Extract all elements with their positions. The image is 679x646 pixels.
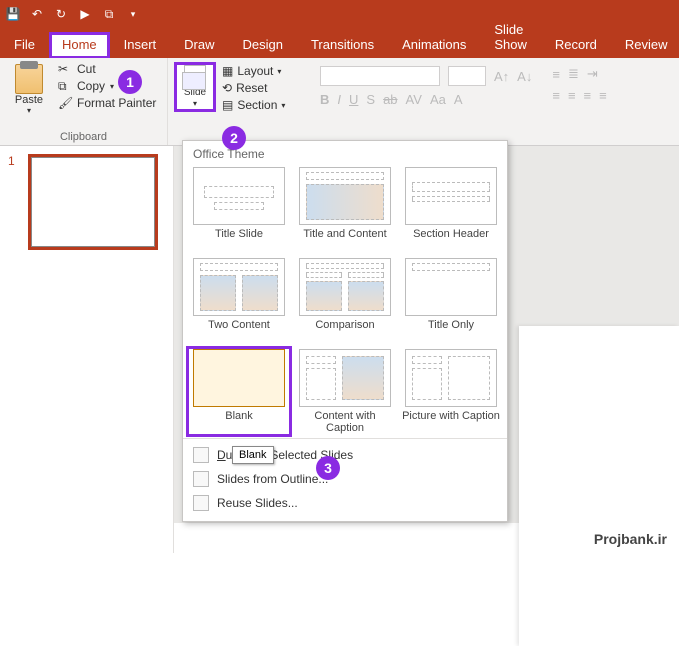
tab-review[interactable]: Review [611, 31, 679, 58]
font-group: A↑ A↓ B I U S ab AV Aa A [310, 58, 542, 145]
layout-section-header[interactable]: Section Header [401, 167, 501, 252]
undo-icon[interactable]: ↶ [30, 7, 44, 21]
bold-button[interactable]: B [320, 92, 329, 107]
new-slide-icon [184, 65, 206, 74]
chevron-down-icon: ▾ [27, 106, 31, 115]
slide-panel: 1 [0, 146, 174, 553]
justify-icon[interactable]: ≡ [599, 88, 607, 103]
tab-animations[interactable]: Animations [388, 31, 480, 58]
new-slide-button[interactable]: New Slide▾ [174, 62, 216, 112]
align-left-icon[interactable]: ≡ [552, 88, 560, 103]
tab-file[interactable]: File [0, 31, 49, 58]
section-button[interactable]: ▤Section▾ [222, 98, 285, 112]
save-icon[interactable]: 💾 [6, 7, 20, 21]
tab-draw[interactable]: Draw [170, 31, 228, 58]
reset-icon: ⟲ [222, 81, 232, 95]
paragraph-group: ≡ ≣ ⇥ ≡ ≡ ≡ ≡ [542, 58, 616, 145]
font-color-button[interactable]: A [454, 92, 463, 107]
current-slide[interactable] [519, 326, 679, 646]
indent-icon[interactable]: ⇥ [587, 66, 598, 82]
tab-transitions[interactable]: Transitions [297, 31, 388, 58]
slides-from-outline-item[interactable]: Slides from Outline... [183, 467, 507, 491]
spacing-button[interactable]: AV [406, 92, 422, 107]
callout-badge-1: 1 [118, 70, 142, 94]
layout-title-content[interactable]: Title and Content [295, 167, 395, 252]
tab-record[interactable]: Record [541, 31, 611, 58]
layout-two-content[interactable]: Two Content [189, 258, 289, 343]
paste-icon [15, 64, 43, 94]
layout-icon: ▦ [222, 64, 233, 78]
numbering-icon[interactable]: ≣ [568, 66, 579, 82]
align-right-icon[interactable]: ≡ [584, 88, 592, 103]
layout-picture-caption[interactable]: Picture with Caption [401, 349, 501, 434]
shadow-button[interactable]: S [366, 92, 375, 107]
layout-title-slide[interactable]: Title Slide [189, 167, 289, 252]
strike-button[interactable]: ab [383, 92, 397, 107]
font-family-select[interactable] [320, 66, 440, 86]
cut-button[interactable]: ✂Cut [58, 62, 156, 76]
layout-content-caption[interactable]: Content with Caption [295, 349, 395, 434]
font-size-select[interactable] [448, 66, 486, 86]
quick-access-toolbar: 💾 ↶ ↻ ▶ ⧉ ▾ [0, 0, 679, 28]
tab-home[interactable]: Home [49, 32, 110, 59]
window-icon[interactable]: ⧉ [102, 7, 116, 21]
clipboard-group-label: Clipboard [6, 131, 161, 143]
scissors-icon: ✂ [58, 62, 72, 76]
layout-comparison[interactable]: Comparison [295, 258, 395, 343]
underline-button[interactable]: U [349, 92, 358, 107]
format-painter-button[interactable]: 🖌Format Painter [58, 96, 156, 110]
brush-icon: 🖌 [58, 96, 72, 110]
callout-badge-2: 2 [222, 126, 246, 150]
paste-label: Paste [15, 94, 43, 106]
section-icon: ▤ [222, 98, 233, 112]
case-button[interactable]: Aa [430, 92, 446, 107]
new-slide-dropdown: Office Theme Title Slide Title and Conte… [182, 140, 508, 522]
italic-button[interactable]: I [337, 92, 341, 107]
callout-badge-3: 3 [316, 456, 340, 480]
clipboard-group: Paste ▾ ✂Cut ⧉Copy▾ 🖌Format Painter Clip… [0, 58, 168, 145]
tooltip: Blank [232, 446, 274, 464]
copy-icon: ⧉ [58, 79, 72, 93]
reuse-icon [193, 495, 209, 511]
tab-design[interactable]: Design [229, 31, 297, 58]
tab-insert[interactable]: Insert [110, 31, 171, 58]
duplicate-icon [193, 447, 209, 463]
grow-font-icon[interactable]: A↑ [494, 69, 509, 84]
redo-icon[interactable]: ↻ [54, 7, 68, 21]
tab-slideshow[interactable]: Slide Show [480, 16, 541, 58]
align-center-icon[interactable]: ≡ [568, 88, 576, 103]
slide-number: 1 [8, 154, 15, 168]
layout-title-only[interactable]: Title Only [401, 258, 501, 343]
layout-gallery: Title Slide Title and Content Section He… [183, 163, 507, 434]
watermark: Projbank.ir [594, 531, 667, 547]
bullets-icon[interactable]: ≡ [552, 67, 560, 82]
slide-thumbnail-1[interactable] [28, 154, 158, 250]
ribbon-tabs: File Home Insert Draw Design Transitions… [0, 28, 679, 58]
layout-blank[interactable]: Blank [189, 349, 289, 434]
ribbon: Paste ▾ ✂Cut ⧉Copy▾ 🖌Format Painter Clip… [0, 58, 679, 146]
paste-button[interactable]: Paste ▾ [6, 62, 52, 115]
layout-button[interactable]: ▦Layout▾ [222, 64, 285, 78]
reset-button[interactable]: ⟲Reset [222, 81, 285, 95]
outline-icon [193, 471, 209, 487]
shrink-font-icon[interactable]: A↓ [517, 69, 532, 84]
reuse-slides-item[interactable]: Reuse Slides... [183, 491, 507, 515]
chevron-down-icon[interactable]: ▾ [126, 7, 140, 21]
slideshow-icon[interactable]: ▶ [78, 7, 92, 21]
